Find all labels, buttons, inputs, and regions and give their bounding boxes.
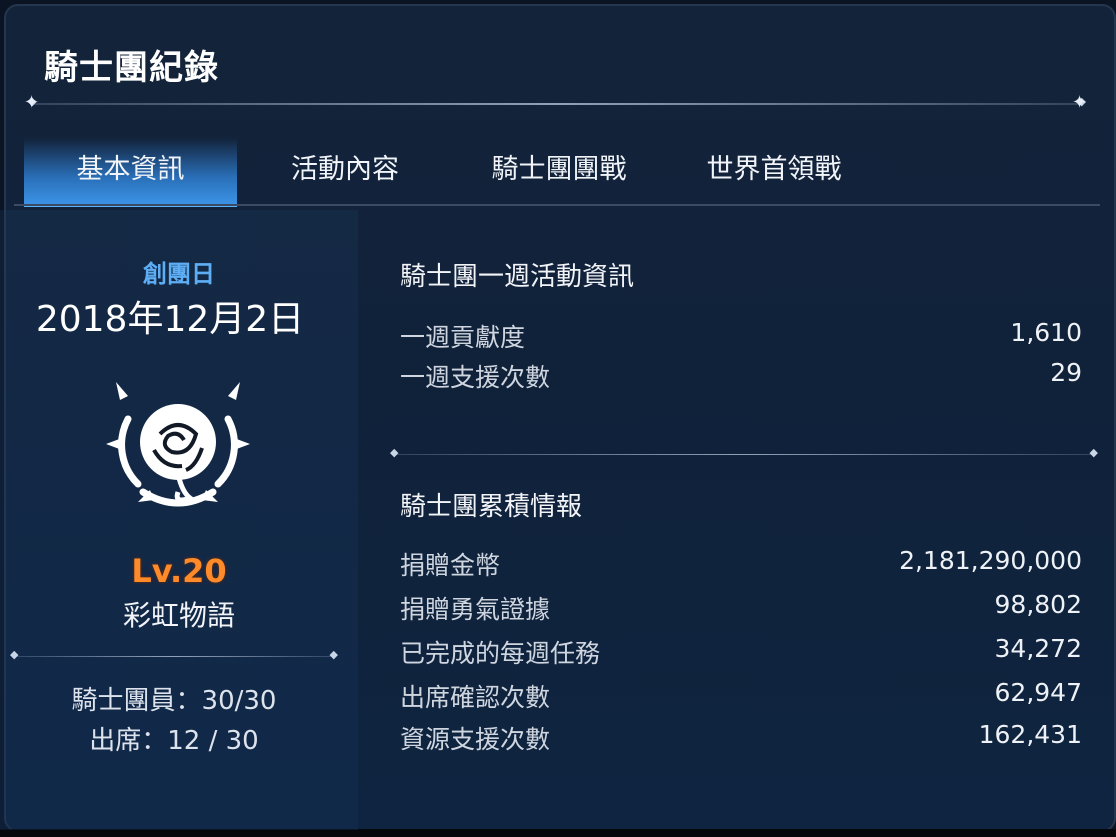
tab-basic-info[interactable]: 基本資訊	[24, 138, 237, 207]
row-label: 一週支援次數	[400, 363, 551, 392]
row-label: 出席確認次數	[400, 683, 551, 712]
row-label: 捐贈勇氣證據	[400, 595, 551, 624]
tab-underline	[14, 204, 1100, 206]
cumulative-row: 出席確認次數 62,947	[400, 678, 1082, 714]
row-label: 已完成的每週任務	[400, 639, 601, 668]
row-label: 捐贈金幣	[400, 551, 501, 580]
cumulative-row: 資源支援次數 162,431	[400, 720, 1082, 756]
cumulative-row: 已完成的每週任務 34,272	[400, 634, 1082, 670]
cumulative-section-title: 騎士團累積情報	[400, 492, 583, 522]
row-label: 資源支援次數	[400, 725, 551, 754]
guild-name: 彩虹物語	[122, 599, 235, 632]
sparkle-icon-right: ✦	[1072, 92, 1088, 113]
weekly-section-title: 騎士團一週活動資訊	[400, 262, 635, 292]
bottom-strip	[0, 829, 1116, 837]
cumulative-row: 捐贈金幣 2,181,290,000	[400, 546, 1082, 582]
founded-label: 創團日	[143, 260, 215, 288]
row-value: 62,947	[994, 678, 1082, 707]
row-value: 162,431	[978, 720, 1082, 749]
tab-activities[interactable]: 活動內容	[260, 138, 430, 204]
row-value: 98,802	[994, 590, 1082, 619]
title-divider	[28, 95, 1086, 108]
rose-emblem-icon	[106, 382, 250, 507]
row-label: 一週貢獻度	[400, 323, 526, 352]
weekly-row: 一週支援次數 29	[400, 358, 1082, 394]
member-count: 騎士團員：30/30	[71, 686, 277, 716]
row-value: 2,181,290,000	[899, 546, 1082, 575]
left-divider	[10, 648, 338, 661]
tab-bar: 基本資訊 活動內容 騎士團團戰 世界首領戰	[24, 138, 1096, 207]
attendance-count: 出席：12 / 30	[89, 726, 259, 756]
tab-guild-war[interactable]: 騎士團團戰	[464, 138, 654, 204]
sparkle-icon-left: ✦	[24, 92, 40, 113]
founded-date: 2018年12月2日	[35, 299, 305, 340]
row-value: 29	[1050, 358, 1082, 387]
cumulative-row: 捐贈勇氣證據 98,802	[400, 590, 1082, 626]
tab-world-boss[interactable]: 世界首領戰	[684, 138, 864, 204]
row-value: 1,610	[1010, 318, 1082, 347]
weekly-row: 一週貢獻度 1,610	[400, 318, 1082, 354]
page-title: 騎士團紀錄	[44, 48, 219, 88]
row-value: 34,272	[994, 634, 1082, 663]
guild-level: Lv.20	[131, 552, 227, 590]
section-divider	[390, 446, 1098, 459]
